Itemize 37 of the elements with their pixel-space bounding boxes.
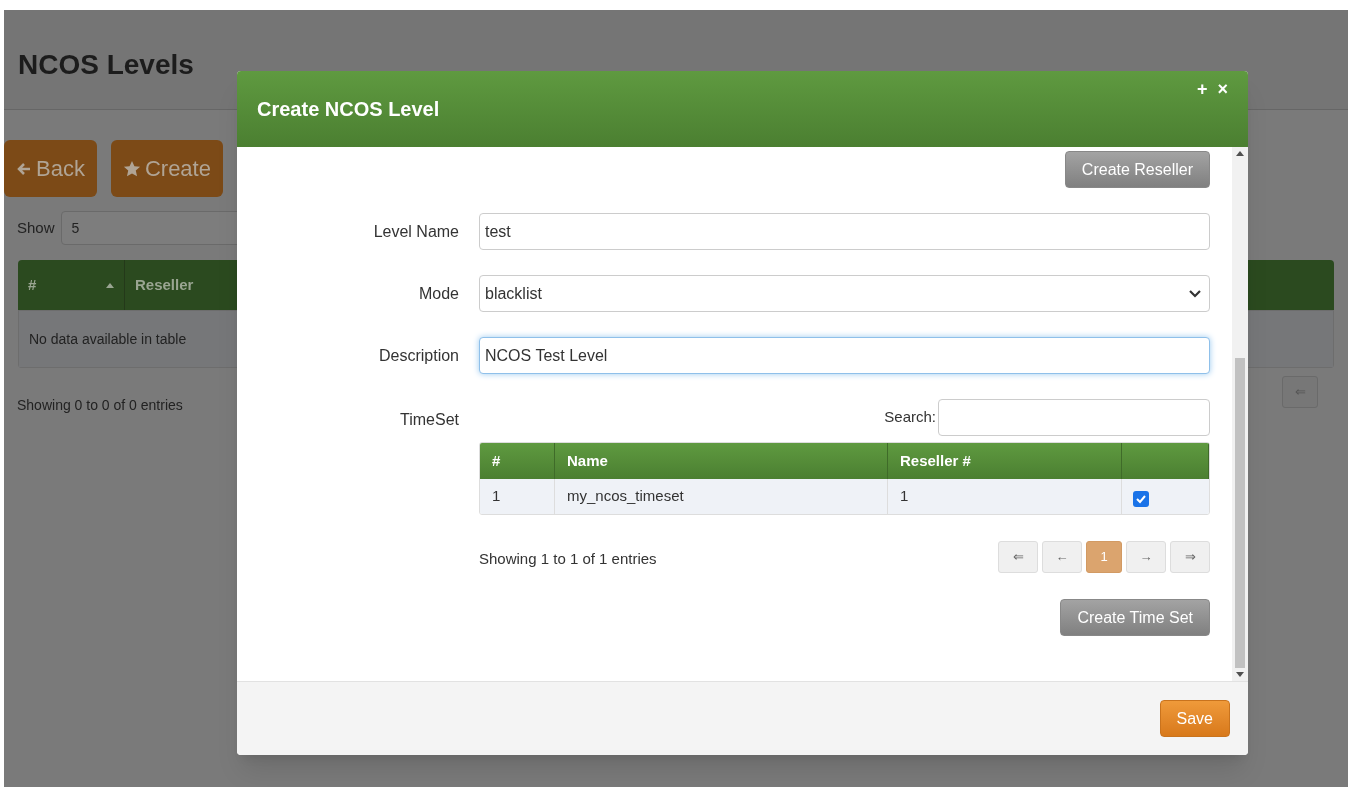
search-label: Search: (884, 407, 936, 428)
show-label: Show (17, 217, 55, 238)
pagination-button[interactable]: ⇐ (998, 541, 1038, 573)
field-label: Mode (417, 283, 460, 304)
table-cell: 1 (888, 479, 1122, 514)
pagination-button[interactable]: → (1126, 541, 1166, 573)
close-button[interactable]: × (1217, 79, 1228, 99)
maximize-button[interactable]: + (1196, 79, 1208, 99)
field-label: TimeSet (399, 410, 460, 430)
table-info: Showing 0 to 0 of 0 entries (17, 396, 183, 415)
sort-up-icon (106, 282, 114, 288)
table-info: Showing 1 to 1 of 1 entries (479, 548, 657, 569)
create-reseller-button[interactable]: Create Reseller (1064, 151, 1210, 188)
chevron-down-icon (1189, 289, 1201, 298)
arrow-left-icon (16, 160, 32, 177)
scroll-up-icon[interactable] (1236, 151, 1244, 156)
input-field[interactable]: test (479, 213, 1210, 250)
back-button[interactable]: Back (4, 140, 97, 197)
pagination-button[interactable]: ⇒ (1170, 541, 1210, 573)
field-label: Level Name (372, 221, 460, 242)
checkbox[interactable] (1133, 490, 1149, 507)
star-icon (122, 159, 141, 178)
pagination-button[interactable]: 1 (1086, 541, 1122, 573)
save-button[interactable]: Save (1159, 700, 1230, 737)
create-time-set-button[interactable]: Create Time Set (1060, 599, 1210, 636)
table-cell: 1 (480, 479, 555, 514)
table-cell: my_ncos_timeset (555, 479, 888, 514)
scrollbar[interactable] (1232, 147, 1248, 681)
create-button[interactable]: Create (110, 140, 223, 197)
input-field[interactable]: NCOS Test Level (479, 337, 1210, 374)
scroll-down-icon[interactable] (1236, 672, 1244, 677)
page-title: NCOS Levels (18, 48, 195, 82)
mode-select[interactable]: blacklist (479, 275, 1210, 312)
modal-title: Create NCOS Level (257, 97, 440, 122)
field-label: Description (377, 345, 460, 366)
search-field[interactable] (938, 399, 1210, 436)
pagination-button[interactable]: ← (1042, 541, 1082, 573)
